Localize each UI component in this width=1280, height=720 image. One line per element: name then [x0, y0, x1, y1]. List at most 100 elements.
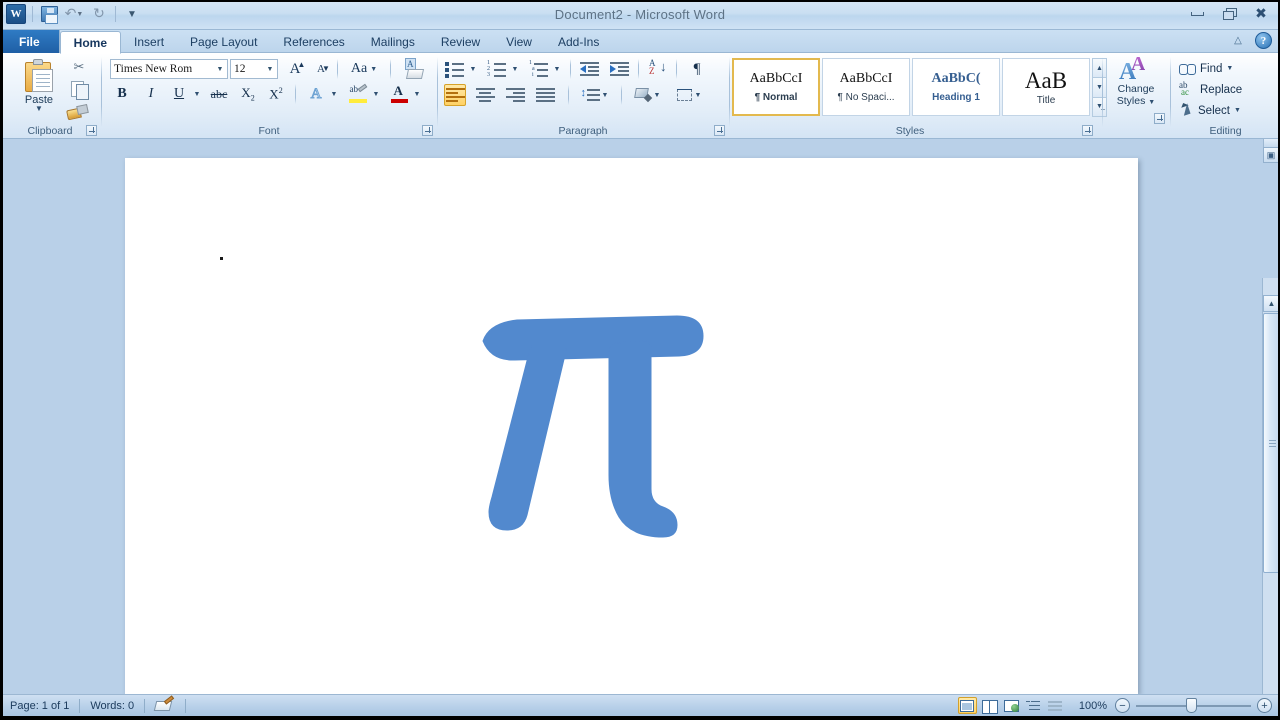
cut-button[interactable]: ✂: [66, 57, 92, 77]
bullets-button[interactable]: [444, 58, 466, 80]
text-effects-dropdown[interactable]: ▼: [328, 86, 340, 102]
clipboard-dialog-launcher[interactable]: [86, 125, 97, 136]
zoom-slider-thumb[interactable]: [1186, 697, 1197, 713]
help-icon[interactable]: ?: [1255, 32, 1272, 49]
font-color-dropdown[interactable]: ▼: [411, 86, 423, 102]
zoom-out-button[interactable]: −: [1115, 698, 1130, 713]
line-spacing-button[interactable]: ↕ ▼: [577, 84, 611, 106]
replace-label: Replace: [1200, 83, 1243, 96]
align-left-button[interactable]: [444, 84, 466, 106]
title-bar: W ↶ ▼ ↻ ▼ Document2 - Microsoft Word ✖: [0, 0, 1280, 30]
numbering-dropdown[interactable]: ▼: [509, 61, 521, 77]
tab-page-layout[interactable]: Page Layout: [177, 31, 270, 53]
style-title[interactable]: AaB Title: [1002, 58, 1090, 116]
chevron-down-icon[interactable]: ▼: [263, 66, 277, 73]
tab-file[interactable]: File: [0, 30, 60, 53]
font-color-button[interactable]: A: [388, 83, 410, 105]
tab-mailings[interactable]: Mailings: [358, 31, 428, 53]
increase-indent-button[interactable]: [609, 58, 631, 80]
text-effects-button[interactable]: A: [305, 83, 327, 105]
print-layout-view-button[interactable]: [957, 697, 977, 714]
full-screen-reading-view-button[interactable]: [980, 697, 999, 714]
tab-review[interactable]: Review: [428, 31, 493, 53]
group-paragraph: ▼ 1 2 3 ▼ 1 a i ▼ A Z ↓ ¶ ↕ ▼ ▼ ▼ Paragr…: [438, 53, 728, 138]
text-highlight-color-button[interactable]: ab: [347, 83, 369, 105]
tab-references[interactable]: References: [270, 31, 357, 53]
restore-icon[interactable]: [1218, 6, 1240, 22]
minimize-ribbon-icon[interactable]: △: [1230, 33, 1246, 49]
tab-home[interactable]: Home: [59, 31, 122, 54]
justify-button[interactable]: [534, 84, 556, 106]
binoculars-icon: [1179, 61, 1196, 76]
grow-font-button[interactable]: A ▲: [284, 58, 306, 80]
close-icon[interactable]: ✖: [1250, 6, 1272, 22]
page-indicator[interactable]: Page: 1 of 1: [0, 695, 79, 717]
multilevel-list-icon: 1 a i: [529, 60, 549, 78]
find-button[interactable]: Find ▼: [1179, 58, 1233, 79]
replace-button[interactable]: ab ac Replace: [1179, 79, 1242, 100]
underline-button[interactable]: U: [168, 83, 190, 105]
multilevel-list-button[interactable]: 1 a i: [528, 58, 550, 80]
chevron-down-icon[interactable]: ▼: [213, 66, 227, 73]
bullets-dropdown[interactable]: ▼: [467, 61, 479, 77]
font-size-combobox[interactable]: 12 ▼: [230, 59, 278, 79]
chevron-down-icon[interactable]: ▼: [1226, 65, 1233, 72]
chevron-down-icon[interactable]: ▼: [1234, 107, 1241, 114]
show-formatting-marks-button[interactable]: ¶: [686, 58, 708, 80]
zoom-slider[interactable]: [1136, 697, 1251, 713]
change-styles-dialog-launcher[interactable]: [1154, 113, 1165, 124]
style-no-spacing[interactable]: AaBbCcI ¶ No Spaci...: [822, 58, 910, 116]
font-name-combobox[interactable]: Times New Rom ▼: [110, 59, 228, 79]
tab-insert[interactable]: Insert: [121, 31, 177, 53]
chevron-down-icon[interactable]: ▼: [35, 105, 43, 113]
proofing-status[interactable]: [145, 695, 185, 717]
underline-dropdown[interactable]: ▼: [191, 86, 203, 102]
shading-button[interactable]: ▼: [630, 84, 664, 106]
bold-button[interactable]: B: [111, 83, 133, 105]
borders-button[interactable]: ▼: [670, 84, 706, 106]
shading-icon: [633, 87, 654, 104]
zoom-level[interactable]: 100%: [1071, 700, 1115, 712]
copy-icon: [70, 80, 89, 100]
draft-icon: [1048, 700, 1063, 712]
word-count[interactable]: Words: 0: [80, 695, 144, 717]
sort-button[interactable]: A Z ↓: [647, 58, 669, 80]
chevron-down-icon: ▼: [372, 90, 380, 98]
decrease-indent-button[interactable]: [579, 58, 601, 80]
paragraph-dialog-launcher[interactable]: [714, 125, 725, 136]
align-center-icon: [475, 87, 496, 103]
italic-button[interactable]: I: [140, 83, 162, 105]
strikethrough-button[interactable]: abc: [208, 83, 230, 105]
styles-dialog-launcher[interactable]: [1082, 125, 1093, 136]
document-page[interactable]: [125, 158, 1138, 694]
paste-button[interactable]: Paste ▼: [12, 57, 66, 123]
minimize-icon[interactable]: [1186, 6, 1208, 22]
style-heading-1[interactable]: AaBbC( Heading 1: [912, 58, 1000, 116]
copy-button[interactable]: [66, 79, 92, 100]
zoom-in-button[interactable]: +: [1257, 698, 1272, 713]
subscript-button[interactable]: X2: [237, 83, 259, 105]
divider: [568, 85, 569, 105]
grow-font-icon: A ▲: [289, 59, 306, 77]
text-highlight-dropdown[interactable]: ▼: [370, 86, 382, 102]
align-right-button[interactable]: [504, 84, 526, 106]
tab-add-ins[interactable]: Add-Ins: [545, 31, 612, 53]
pi-symbol-graphic[interactable]: [455, 303, 725, 543]
font-dialog-launcher[interactable]: [422, 125, 433, 136]
center-button[interactable]: [474, 84, 496, 106]
format-painter-button[interactable]: [64, 101, 90, 121]
superscript-button[interactable]: X2: [265, 83, 287, 105]
web-layout-view-button[interactable]: [1002, 697, 1021, 714]
clear-formatting-button[interactable]: [402, 58, 426, 80]
style-normal[interactable]: AaBbCcI ¶ Normal: [732, 58, 820, 116]
select-button[interactable]: Select ▼: [1179, 100, 1241, 121]
select-browse-object-top-icon[interactable]: ▣: [1263, 147, 1279, 163]
shrink-font-button[interactable]: A ▼: [310, 58, 332, 80]
numbering-button[interactable]: 1 2 3: [486, 58, 508, 80]
change-case-button[interactable]: Aa ▼: [347, 58, 381, 80]
tab-view[interactable]: View: [493, 31, 545, 53]
outline-view-button[interactable]: [1024, 697, 1043, 714]
font-color-icon: A: [390, 83, 409, 103]
draft-view-button[interactable]: [1046, 697, 1065, 714]
multilevel-list-dropdown[interactable]: ▼: [551, 61, 563, 77]
